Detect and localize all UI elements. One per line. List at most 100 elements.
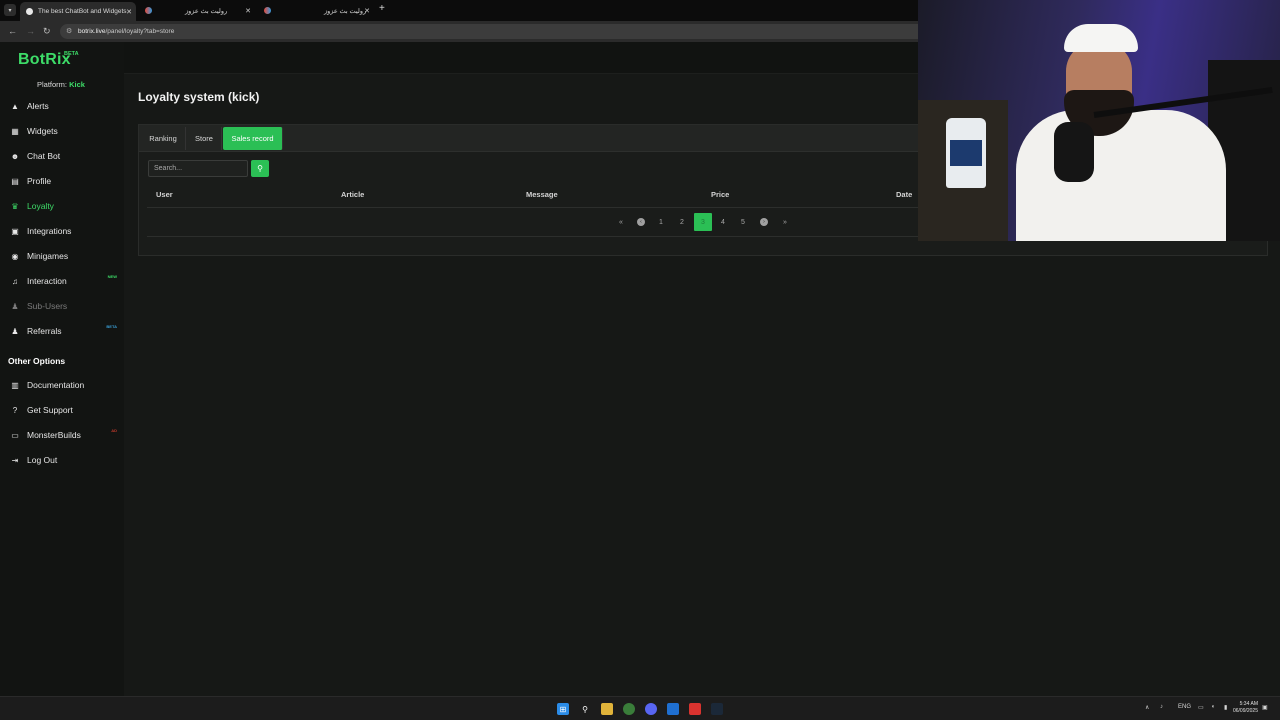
reload-icon[interactable]: ↻ [43,26,51,37]
sidebar-item-referrals[interactable]: ♟ Referrals BETA [0,321,124,341]
close-tab-icon[interactable]: ✕ [364,7,370,15]
sidebar-item-documentation[interactable]: ▥ Documentation [0,375,124,395]
book-icon: ▥ [11,380,19,390]
back-icon[interactable]: ← [8,26,17,36]
windows-taskbar: ⊞ ⚲ ∧ ♪ ENG ▭ ◖ ▮ 5:34 AM 06/09/2025 ▣ [0,696,1280,720]
notification-icon[interactable]: ▣ [1262,704,1268,711]
file-explorer-icon[interactable] [601,703,613,715]
app-red-icon[interactable] [689,703,701,715]
integrations-icon: ▣ [11,226,19,236]
sidebar-item-label: Log Out [27,455,58,465]
url-host: botrix.live [78,28,106,35]
sidebar-item-label: Minigames [27,251,69,261]
clock-date: 06/09/2025 [1232,708,1258,714]
tab-sales-record[interactable]: Sales record [223,127,283,150]
sidebar-item-label: Interaction [27,276,67,286]
webcam-person-cap [1064,24,1138,52]
sidebar-item-label: MonsterBuilds [27,430,81,440]
sidebar-item-label: Alerts [27,101,49,111]
gamepad-icon: ◉ [11,251,19,261]
profile-card-icon: ▤ [11,176,19,186]
browser-tab-botrix[interactable]: The best ChatBot and Widgets ✕ [20,2,136,21]
browser-tab-roulette-2[interactable]: روليت بث عزوز ✕ [258,2,374,19]
url-path: /panel/loyalty?tab=store [105,28,175,35]
tray-chevron-icon[interactable]: ∧ [1145,704,1149,711]
steam-icon[interactable] [711,703,723,715]
widgets-icon: ▦ [11,126,19,136]
sidebar-item-interaction[interactable]: ♫ Interaction NEW [0,271,124,291]
platform-indicator: Platform: Kick [37,80,85,89]
page-title: Loyalty system (kick) [138,90,260,104]
sidebar-item-get-support[interactable]: ? Get Support [0,400,124,420]
language-indicator[interactable]: ENG [1178,704,1191,710]
pagination-page-3-current[interactable]: 3 [694,213,712,231]
discord-icon[interactable] [645,703,657,715]
battery-icon[interactable]: ▮ [1224,704,1227,711]
platform-label: Platform: [37,80,68,89]
sidebar-badge-ad: AD [111,428,117,433]
close-tab-icon[interactable]: ✕ [126,8,132,16]
sidebar-item-minigames[interactable]: ◉ Minigames [0,246,124,266]
site-info-icon[interactable]: ⚙ [66,27,72,35]
sidebar-item-label: Loyalty [27,201,54,211]
sidebar-item-label: Sub-Users [27,301,68,311]
question-icon: ? [12,405,18,415]
tab-store[interactable]: Store [187,127,222,150]
sidebar-item-alerts[interactable]: ▲ Alerts [0,96,124,116]
forward-icon[interactable]: → [26,26,35,36]
search-input[interactable]: Search... [148,160,248,177]
pagination-first-icon[interactable]: « [613,213,629,231]
pagination-page-2[interactable]: 2 [674,213,690,231]
sidebar-item-label: Integrations [27,226,72,236]
pagination-page-4[interactable]: 4 [715,213,731,231]
search-icon[interactable]: ⚲ [251,160,269,177]
column-header-date: Date [896,190,913,199]
sidebar-item-log-out[interactable]: ⇥ Log Out [0,450,124,470]
column-header-user: User [156,190,173,199]
tab-ranking[interactable]: Ranking [141,127,186,150]
sidebar-item-sub-users[interactable]: ♟ Sub-Users [0,296,124,316]
sidebar-item-widgets[interactable]: ▦ Widgets [0,121,124,141]
sidebar-item-integrations[interactable]: ▣ Integrations [0,221,124,241]
pagination-next-button[interactable]: › [756,213,772,231]
robot-icon: ☻ [10,151,20,161]
pagination-page-1[interactable]: 1 [653,213,669,231]
sidebar-item-profile[interactable]: ▤ Profile [0,171,124,191]
sidebar: BotRix BETA Platform: Kick ▲ Alerts ▦ Widge… [0,42,124,696]
webcam-overlay [918,0,1280,241]
music-note-icon: ♫ [12,276,18,286]
sidebar-item-label: Get Support [27,405,73,415]
favicon-icon [264,7,271,14]
network-icon[interactable]: ▭ [1198,704,1204,711]
column-header-article: Article [341,190,365,199]
new-tab-icon[interactable]: + [379,3,385,14]
tab-search-menu-icon[interactable]: ▾ [4,4,16,16]
favicon-icon [145,7,152,14]
logo-beta-badge: BETA [64,51,79,57]
users-icon: ♟ [11,301,19,311]
taskbar-search-icon[interactable]: ⚲ [579,703,591,715]
clock-time: 5:34 AM [1239,701,1258,707]
volume-icon[interactable]: ◖ [1211,704,1215,710]
pagination-prev-button[interactable]: ‹ [633,213,649,231]
sidebar-item-monsterbuilds[interactable]: ▭ MonsterBuilds AD [0,425,124,445]
favicon-icon [26,8,33,15]
sidebar-item-chat-bot[interactable]: ☻ Chat Bot [0,146,124,166]
pagination-last-icon[interactable]: » [777,213,793,231]
chrome-icon[interactable] [623,703,635,715]
botrix-logo[interactable]: BotRix [18,51,71,69]
microphone-icon[interactable]: ♪ [1160,704,1163,710]
platform-value: Kick [69,80,85,89]
windows-start-icon[interactable]: ⊞ [557,703,569,715]
close-tab-icon[interactable]: ✕ [245,7,251,15]
sidebar-item-loyalty[interactable]: ♛ Loyalty [0,196,124,216]
referral-users-icon: ♟ [11,326,19,336]
trophy-icon: ♛ [11,201,19,211]
pagination-page-5[interactable]: 5 [735,213,751,231]
tab-title: روليت بث عزوز [185,7,228,15]
system-clock[interactable]: 5:34 AM 06/09/2025 [1233,701,1258,715]
browser-tab-roulette-1[interactable]: روليت بث عزوز ✕ [139,2,255,19]
other-options-title: Other Options [8,356,66,366]
logout-icon: ⇥ [11,455,19,465]
outlook-icon[interactable] [667,703,679,715]
